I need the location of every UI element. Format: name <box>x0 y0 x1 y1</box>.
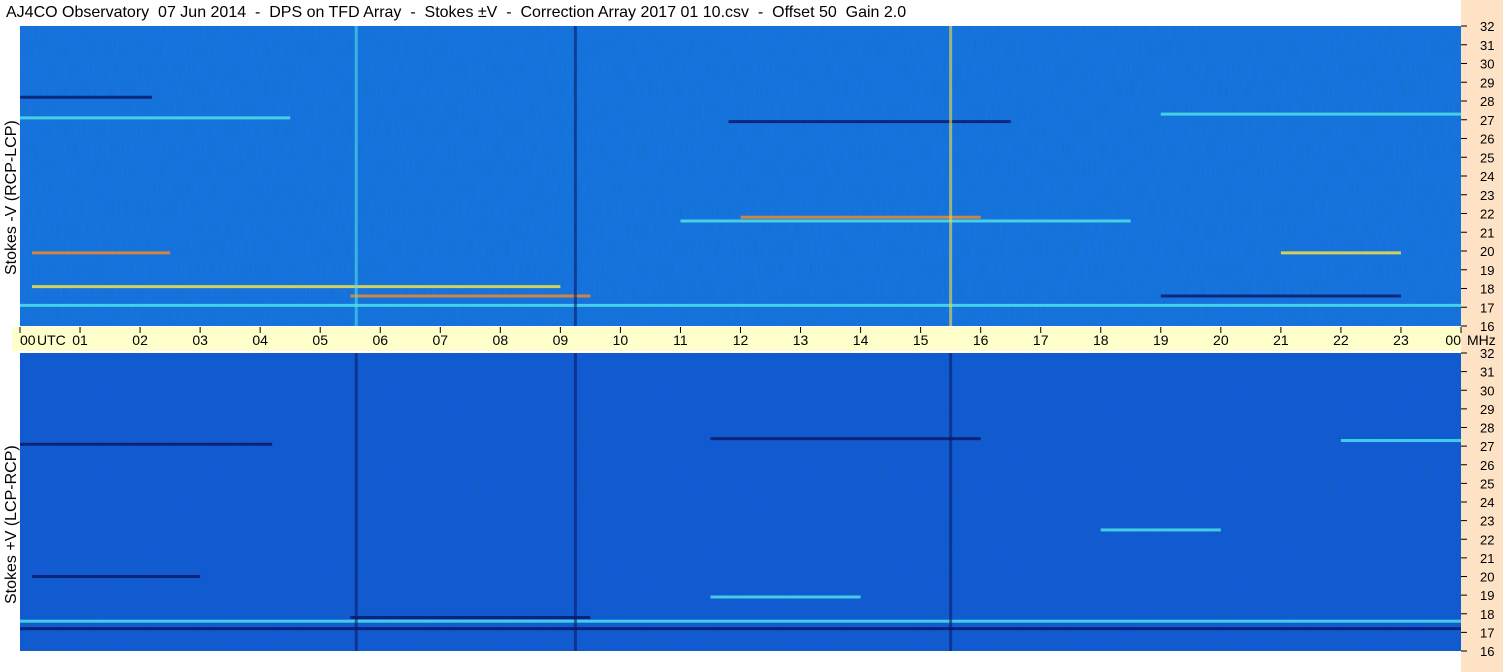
x-tick-label-4: 04 <box>252 332 268 348</box>
y-tick-label-p1-14: 30 <box>1480 383 1494 398</box>
y-tick-label-p0-5: 21 <box>1480 225 1494 240</box>
y-tick-label-p1-9: 25 <box>1480 476 1494 491</box>
y-tick-label-p0-13: 29 <box>1480 75 1494 90</box>
x-tick-label-6: 06 <box>372 332 388 348</box>
y-tick-label-p0-2: 18 <box>1480 282 1494 297</box>
emission-band-6 <box>32 251 171 255</box>
y-tick-label-p1-13: 29 <box>1480 402 1494 417</box>
x-tick-label-18: 18 <box>1093 332 1109 348</box>
emission-band-11 <box>1160 294 1401 298</box>
x-tick-label-14: 14 <box>853 332 869 348</box>
emission-band-18 <box>350 615 591 619</box>
x-tick-label-10: 10 <box>613 332 629 348</box>
emission-band-19 <box>20 619 1461 623</box>
y-tick-label-p1-7: 23 <box>1480 514 1494 529</box>
x-tick-label-5: 05 <box>312 332 328 348</box>
emission-band-14 <box>1340 439 1461 443</box>
y-tick-label-p0-11: 27 <box>1480 113 1494 128</box>
emission-band-16 <box>32 575 201 578</box>
y-tick-label-p1-2: 18 <box>1480 607 1494 622</box>
x-tick-label-0: 00 <box>20 332 36 348</box>
x-tick-label-23: 23 <box>1393 332 1409 348</box>
emission-band-8 <box>32 285 561 289</box>
y-tick-label-p1-8: 24 <box>1480 495 1494 510</box>
x-tick-label-9: 09 <box>553 332 569 348</box>
y-tick-label-p1-11: 27 <box>1480 439 1494 454</box>
x-tick-label-8: 08 <box>493 332 509 348</box>
x-tick-label-16: 16 <box>973 332 989 348</box>
vertical-feature-4 <box>949 353 953 651</box>
top-panel-noise <box>20 26 1461 326</box>
y-tick-label-p0-4: 20 <box>1480 244 1494 259</box>
vertical-feature-3 <box>573 353 577 651</box>
y-tick-label-p1-1: 17 <box>1480 625 1494 640</box>
x-tick-label-12: 12 <box>733 332 749 348</box>
x-tick-label-24: 00 <box>1445 332 1461 348</box>
x-tick-label-15: 15 <box>913 332 929 348</box>
y-tick-label-p1-4: 20 <box>1480 570 1494 585</box>
vertical-feature-2 <box>354 26 358 326</box>
emission-band-1 <box>20 116 291 120</box>
x-tick-label-7: 07 <box>433 332 449 348</box>
y-tick-label-p1-12: 28 <box>1480 421 1494 436</box>
y-tick-label-p0-12: 28 <box>1480 94 1494 109</box>
y-tick-label-p1-5: 21 <box>1480 551 1494 566</box>
y-tick-label-p0-1: 17 <box>1480 300 1494 315</box>
spectrogram-chart: 00 01 02 03 04 05 06 07 08 09 10 11 12 13 14 15 16 17 18 19… <box>19 19 1496 659</box>
x-tick-label-3: 03 <box>192 332 208 348</box>
emission-band-10 <box>20 303 1461 307</box>
emission-band-0 <box>20 95 153 99</box>
x-tick-label-22: 22 <box>1333 332 1349 348</box>
vertical-feature-0 <box>573 26 577 326</box>
emission-band-3 <box>1160 112 1461 116</box>
emission-band-5 <box>680 219 1131 223</box>
emission-band-17 <box>710 595 861 599</box>
x-tick-label-19: 19 <box>1153 332 1169 348</box>
y-tick-label-p1-0: 16 <box>1480 644 1494 659</box>
emission-band-4 <box>740 215 981 219</box>
vertical-feature-1 <box>949 26 953 326</box>
y-tick-label-p0-3: 19 <box>1480 263 1494 278</box>
y-tick-label-p0-10: 26 <box>1480 132 1494 147</box>
y-tick-label-p0-7: 23 <box>1480 188 1494 203</box>
emission-band-20 <box>20 627 1461 631</box>
x-tick-label-20: 20 <box>1213 332 1229 348</box>
emission-band-7 <box>1280 251 1401 255</box>
y-tick-label-p1-15: 31 <box>1480 365 1494 380</box>
y-tick-label-p0-15: 31 <box>1480 38 1494 53</box>
x-tick-label-2: 02 <box>132 332 148 348</box>
y-tick-label-p0-14: 30 <box>1480 57 1494 72</box>
y-unit-label: MHz <box>1467 332 1496 348</box>
x-tick-label-13: 13 <box>793 332 809 348</box>
emission-band-9 <box>350 294 591 298</box>
y-tick-label-p0-8: 24 <box>1480 169 1494 184</box>
y-tick-label-p1-10: 26 <box>1480 458 1494 473</box>
x-tick-label-11: 11 <box>673 332 688 348</box>
emission-band-12 <box>20 442 273 446</box>
x-tick-label-17: 17 <box>1033 332 1049 348</box>
y-tick-label-p0-6: 22 <box>1480 207 1494 222</box>
bottom-panel-noise <box>20 353 1461 651</box>
vertical-feature-5 <box>354 353 358 651</box>
y-tick-label-p0-16: 32 <box>1480 19 1494 34</box>
y-tick-label-p1-6: 22 <box>1480 532 1494 547</box>
y-tick-label-p0-9: 25 <box>1480 150 1494 165</box>
x-tick-label-21: 21 <box>1273 332 1289 348</box>
emission-band-13 <box>710 437 981 441</box>
emission-band-15 <box>1100 528 1221 532</box>
emission-band-2 <box>728 120 1011 124</box>
y-tick-label-p1-16: 32 <box>1480 346 1494 361</box>
x-unit-label: UTC <box>37 332 66 348</box>
y-tick-label-p1-3: 19 <box>1480 588 1494 603</box>
x-tick-label-1: 01 <box>72 332 88 348</box>
